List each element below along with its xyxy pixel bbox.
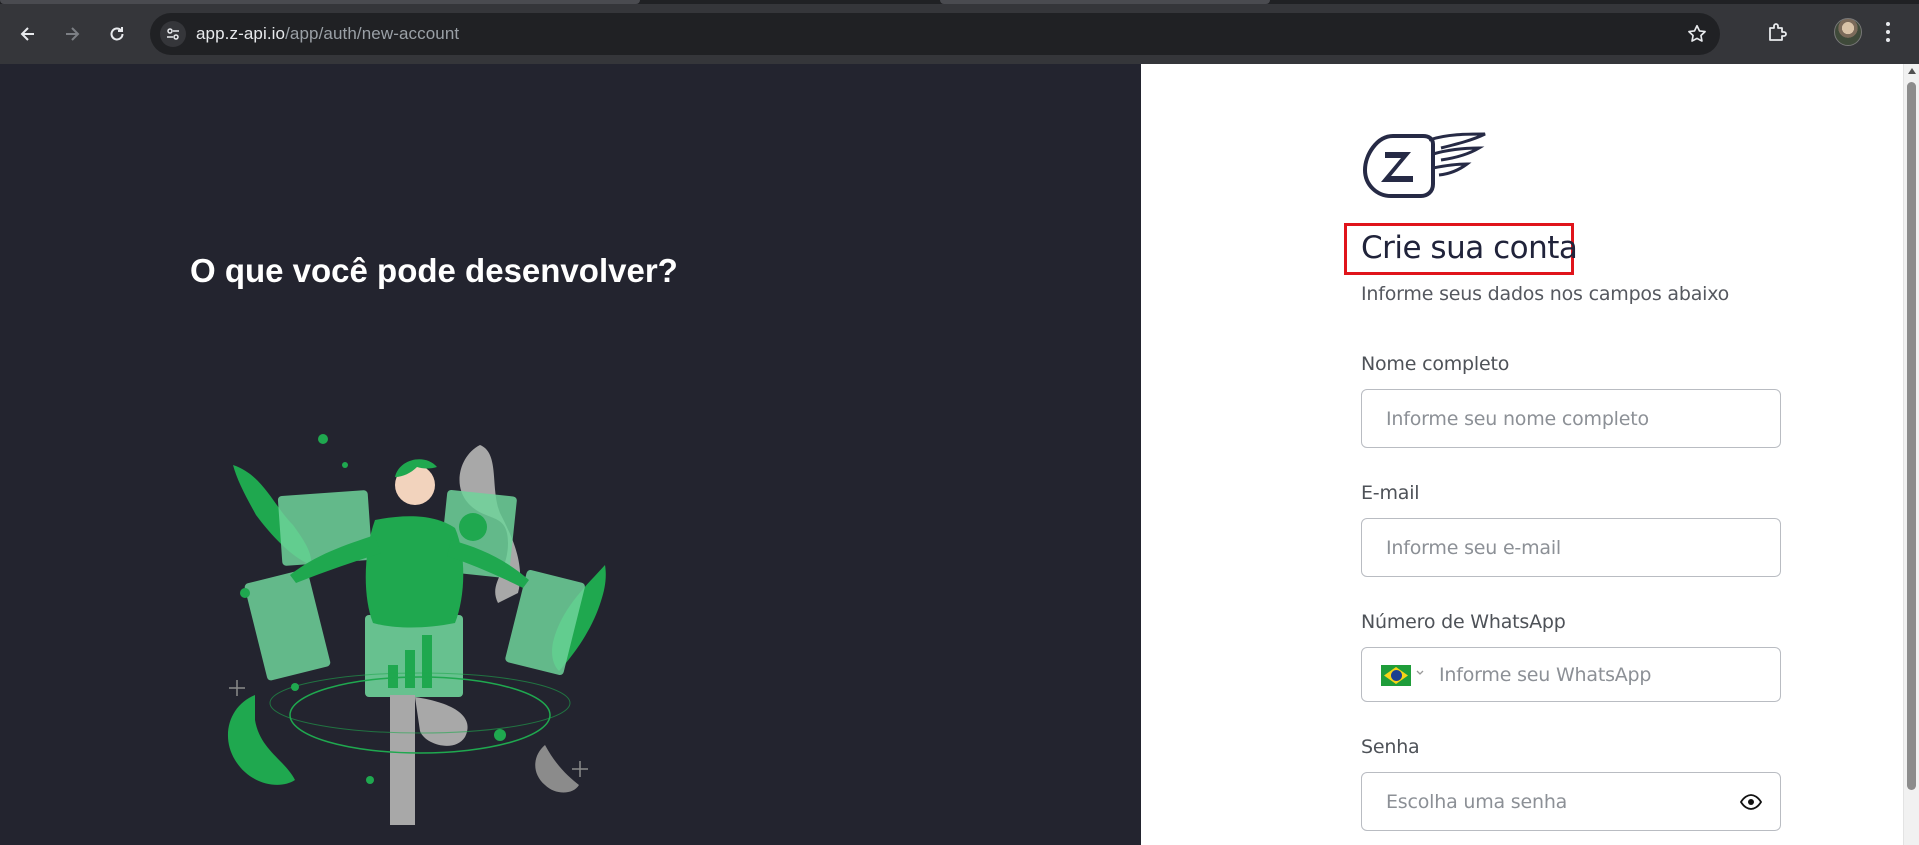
bookmark-star-icon[interactable] bbox=[1686, 23, 1708, 45]
whatsapp-input[interactable] bbox=[1439, 648, 1759, 701]
password-label: Senha bbox=[1361, 736, 1420, 758]
form-panel bbox=[1141, 64, 1903, 845]
brazil-flag-icon[interactable] bbox=[1381, 665, 1411, 686]
browser-tab[interactable] bbox=[0, 0, 640, 4]
arrow-right-icon bbox=[66, 27, 80, 41]
address-bar[interactable]: app.z-api.io/app/auth/new-account bbox=[150, 13, 1720, 55]
profile-avatar[interactable] bbox=[1834, 18, 1862, 46]
browser-menu-icon[interactable] bbox=[1884, 20, 1892, 44]
whatsapp-label: Número de WhatsApp bbox=[1361, 611, 1566, 633]
whatsapp-field-box[interactable] bbox=[1361, 647, 1781, 702]
site-info-icon[interactable] bbox=[160, 21, 186, 47]
email-label: E-mail bbox=[1361, 482, 1420, 504]
developer-illustration bbox=[227, 434, 606, 825]
password-input[interactable] bbox=[1386, 773, 1756, 830]
z-api-logo bbox=[1363, 132, 1486, 198]
eye-icon[interactable] bbox=[1740, 794, 1762, 810]
name-input[interactable] bbox=[1386, 390, 1756, 447]
reload-button[interactable] bbox=[99, 16, 135, 52]
scrollbar-thumb[interactable] bbox=[1907, 82, 1916, 790]
email-field-box[interactable] bbox=[1361, 518, 1781, 577]
scroll-up-arrow-icon[interactable] bbox=[1908, 68, 1916, 74]
back-button[interactable] bbox=[10, 16, 46, 52]
form-subheading: Informe seus dados nos campos abaixo bbox=[1361, 283, 1730, 305]
name-field-box[interactable] bbox=[1361, 389, 1781, 448]
browser-tab[interactable] bbox=[940, 0, 1270, 4]
name-label: Nome completo bbox=[1361, 353, 1510, 375]
forward-button[interactable] bbox=[54, 16, 90, 52]
extensions-puzzle-icon[interactable] bbox=[1765, 20, 1789, 44]
form-heading: Crie sua conta bbox=[1361, 230, 1578, 266]
url-text: app.z-api.io/app/auth/new-account bbox=[196, 24, 460, 43]
hero-title: O que você pode desenvolver? bbox=[190, 252, 678, 289]
browser-toolbar: app.z-api.io/app/auth/new-account bbox=[0, 0, 1919, 64]
chevron-down-icon[interactable] bbox=[1416, 669, 1424, 677]
reload-icon bbox=[110, 27, 124, 41]
page-scrollbar[interactable] bbox=[1903, 64, 1919, 845]
arrow-left-icon bbox=[20, 27, 34, 41]
password-field-box[interactable] bbox=[1361, 772, 1781, 831]
email-input[interactable] bbox=[1386, 519, 1756, 576]
